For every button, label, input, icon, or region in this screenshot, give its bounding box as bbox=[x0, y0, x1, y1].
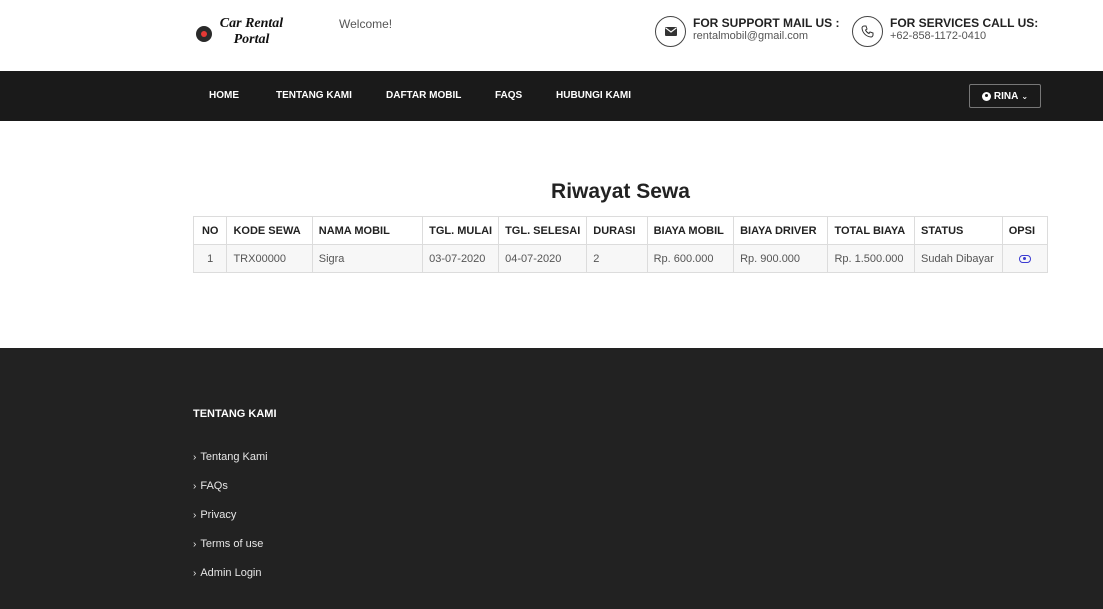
rental-history-table: NO KODE SEWA NAMA MOBIL TGL. MULAI TGL. … bbox=[192, 216, 1049, 273]
col-tgl-selesai: TGL. SELESAI bbox=[498, 216, 588, 245]
col-opsi: OPSI bbox=[1001, 216, 1049, 245]
cell-biaya-driver: Rp. 900.000 bbox=[733, 244, 829, 273]
cell-biaya-mobil: Rp. 600.000 bbox=[646, 244, 735, 273]
navbar: HOME TENTANG KAMI DAFTAR MOBIL FAQS HUBU… bbox=[0, 71, 1103, 121]
chevron-right-icon: › bbox=[193, 452, 197, 463]
services-phone: FOR SERVICES CALL US: +62-858-1172-0410 bbox=[852, 15, 1038, 49]
services-number: +62-858-1172-0410 bbox=[890, 30, 987, 42]
cell-durasi: 2 bbox=[586, 244, 648, 273]
envelope-icon bbox=[655, 16, 686, 47]
view-detail-eye-icon[interactable] bbox=[1018, 254, 1031, 263]
nav-daftar-mobil[interactable]: DAFTAR MOBIL bbox=[386, 90, 461, 101]
chevron-right-icon: › bbox=[193, 539, 197, 550]
support-email: rentalmobil@gmail.com bbox=[693, 30, 809, 42]
col-total-biaya: TOTAL BIAYA bbox=[827, 216, 916, 245]
cell-status: Sudah Dibayar bbox=[914, 244, 1003, 273]
col-kode-sewa: KODE SEWA bbox=[226, 216, 313, 245]
nav-home[interactable]: HOME bbox=[209, 90, 239, 101]
logo-text: Car Rental Portal bbox=[214, 16, 289, 48]
footer-link-admin-login[interactable]: › Admin Login bbox=[193, 567, 268, 596]
col-biaya-mobil: BIAYA MOBIL bbox=[646, 216, 735, 245]
logo-line-2: Portal bbox=[233, 32, 270, 47]
cell-nama-mobil: Sigra bbox=[311, 244, 424, 273]
cell-tgl-mulai: 03-07-2020 bbox=[422, 244, 500, 273]
logo-icon bbox=[196, 26, 212, 42]
footer-link-label: FAQs bbox=[200, 480, 228, 492]
support-title: FOR SUPPORT MAIL US : bbox=[693, 16, 840, 30]
footer: TENTANG KAMI › Tentang Kami › FAQs › Privac… bbox=[0, 348, 1103, 609]
footer-link-label: Terms of use bbox=[200, 538, 264, 550]
footer-link-label: Tentang Kami bbox=[200, 451, 268, 463]
col-tgl-mulai: TGL. MULAI bbox=[422, 216, 500, 245]
cell-total-biaya: Rp. 1.500.000 bbox=[827, 244, 916, 273]
footer-heading: TENTANG KAMI bbox=[193, 408, 277, 420]
col-durasi: DURASI bbox=[586, 216, 648, 245]
chevron-down-icon: ⌄ bbox=[1021, 91, 1029, 101]
nav-faqs[interactable]: FAQS bbox=[495, 90, 522, 101]
cell-opsi bbox=[1001, 244, 1049, 273]
logo[interactable]: Car Rental Portal bbox=[196, 16, 306, 50]
footer-link-label: Privacy bbox=[200, 509, 237, 521]
col-biaya-driver: BIAYA DRIVER bbox=[733, 216, 829, 245]
footer-link-tentang-kami[interactable]: › Tentang Kami bbox=[193, 451, 268, 480]
col-status: STATUS bbox=[914, 216, 1003, 245]
logo-line-1: Car Rental bbox=[219, 16, 284, 31]
nav-hubungi-kami[interactable]: HUBUNGI KAMI bbox=[556, 90, 631, 101]
cell-kode-sewa: TRX00000 bbox=[226, 244, 313, 273]
user-name: RINA bbox=[993, 90, 1019, 102]
chevron-right-icon: › bbox=[193, 510, 197, 521]
nav-tentang-kami[interactable]: TENTANG KAMI bbox=[276, 90, 352, 101]
chevron-right-icon: › bbox=[193, 481, 197, 492]
col-nama-mobil: NAMA MOBIL bbox=[311, 216, 424, 245]
top-header: Car Rental Portal Welcome! FOR SUPPORT M… bbox=[0, 0, 1103, 71]
col-no: NO bbox=[192, 216, 228, 245]
welcome-text: Welcome! bbox=[339, 17, 393, 31]
table-header-row: NO KODE SEWA NAMA MOBIL TGL. MULAI TGL. … bbox=[192, 216, 1049, 245]
user-icon bbox=[981, 91, 991, 101]
support-mail: FOR SUPPORT MAIL US : rentalmobil@gmail.… bbox=[655, 15, 839, 49]
user-menu-button[interactable]: RINA ⌄ bbox=[969, 84, 1041, 108]
cell-tgl-selesai: 04-07-2020 bbox=[498, 244, 588, 273]
footer-link-terms[interactable]: › Terms of use bbox=[193, 538, 268, 567]
phone-icon bbox=[852, 16, 883, 47]
footer-link-privacy[interactable]: › Privacy bbox=[193, 509, 268, 538]
table-row: 1 TRX00000 Sigra 03-07-2020 04-07-2020 2… bbox=[192, 244, 1049, 273]
footer-link-label: Admin Login bbox=[200, 567, 262, 579]
footer-links: › Tentang Kami › FAQs › Privacy › Terms of u… bbox=[193, 451, 268, 596]
services-title: FOR SERVICES CALL US: bbox=[890, 16, 1039, 30]
chevron-right-icon: › bbox=[193, 568, 197, 579]
cell-no: 1 bbox=[192, 244, 228, 273]
footer-link-faqs[interactable]: › FAQs bbox=[193, 480, 268, 509]
page-title: Riwayat Sewa bbox=[551, 180, 690, 203]
